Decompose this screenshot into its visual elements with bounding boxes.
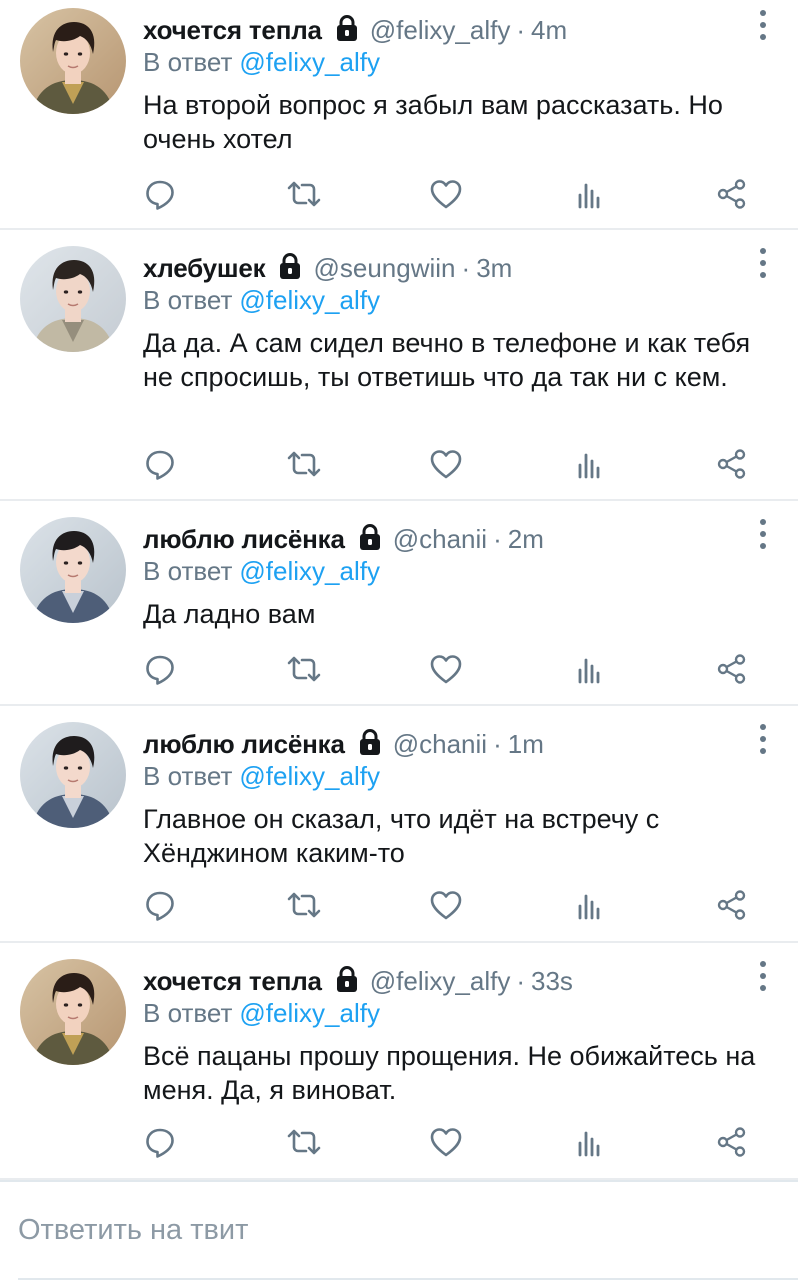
timestamp[interactable]: 33s <box>531 965 573 997</box>
tweet[interactable]: хочется тепла @felixy_alfy · 33s В ответ… <box>0 943 798 1180</box>
share-icon[interactable] <box>714 176 750 212</box>
timestamp[interactable]: 1m <box>508 728 544 760</box>
reply-icon[interactable] <box>142 651 178 687</box>
reply-icon[interactable] <box>142 1124 178 1160</box>
timestamp[interactable]: 3m <box>476 252 512 284</box>
tweet-header: люблю лисёнка @chanii · 1m <box>143 726 544 761</box>
reply-icon[interactable] <box>142 176 178 212</box>
reply-mention-link[interactable]: @felixy_alfy <box>239 998 380 1028</box>
tweet-header: люблю лисёнка @chanii · 2m <box>143 521 544 556</box>
retweet-icon[interactable] <box>286 1124 322 1160</box>
timestamp[interactable]: 4m <box>531 14 567 46</box>
avatar-chan[interactable] <box>20 722 126 828</box>
lock-icon <box>357 728 383 763</box>
heart-icon[interactable] <box>428 176 464 212</box>
lock-icon <box>277 252 303 287</box>
stats-icon[interactable] <box>572 887 608 923</box>
avatar-chan[interactable] <box>20 517 126 623</box>
tweet[interactable]: хочется тепла @felixy_alfy · 4m В ответ @… <box>0 0 798 230</box>
tweet-actions <box>0 887 798 923</box>
display-name[interactable]: люблю лисёнка <box>143 523 345 555</box>
reply-mention-link[interactable]: @felixy_alfy <box>239 556 380 586</box>
reply-icon[interactable] <box>142 887 178 923</box>
reply-context: В ответ @felixy_alfy <box>143 997 380 1029</box>
display-name[interactable]: люблю лисёнка <box>143 728 345 760</box>
timestamp[interactable]: 2m <box>508 523 544 555</box>
stats-icon[interactable] <box>572 176 608 212</box>
stats-icon[interactable] <box>572 1124 608 1160</box>
more-vertical-icon[interactable] <box>756 724 770 754</box>
reply-prefix: В ответ <box>143 47 233 77</box>
user-handle[interactable]: @seungwiin <box>313 252 455 284</box>
reply-icon[interactable] <box>142 446 178 482</box>
stats-icon[interactable] <box>572 446 608 482</box>
separator-dot: · <box>461 252 471 283</box>
share-icon[interactable] <box>714 651 750 687</box>
tweet-header: хочется тепла @felixy_alfy · 33s <box>143 963 573 998</box>
reply-prefix: В ответ <box>143 556 233 586</box>
user-handle[interactable]: @felixy_alfy <box>370 965 511 997</box>
more-vertical-icon[interactable] <box>756 10 770 40</box>
display-name[interactable]: хлебушек <box>143 252 266 284</box>
tweet-actions <box>0 446 798 482</box>
display-name[interactable]: хочется тепла <box>143 14 322 46</box>
tweet-text: На второй вопрос я забыл вам рассказать.… <box>143 90 723 154</box>
share-icon[interactable] <box>714 1124 750 1160</box>
reply-context: В ответ @felixy_alfy <box>143 46 380 78</box>
reply-context: В ответ @felixy_alfy <box>143 555 380 587</box>
tweet-text: Главное он сказал, что идёт на встречу с… <box>143 804 660 868</box>
tweet[interactable]: люблю лисёнка @chanii · 2m В ответ @felix… <box>0 501 798 706</box>
tweet-actions <box>0 1124 798 1160</box>
tweet[interactable]: люблю лисёнка @chanii · 1m В ответ @felix… <box>0 706 798 943</box>
reply-prefix: В ответ <box>143 761 233 791</box>
heart-icon[interactable] <box>428 446 464 482</box>
tweet-text: Да ладно вам <box>143 599 316 629</box>
lock-icon <box>334 965 360 1000</box>
reply-mention-link[interactable]: @felixy_alfy <box>239 761 380 791</box>
more-vertical-icon[interactable] <box>756 519 770 549</box>
retweet-icon[interactable] <box>286 887 322 923</box>
heart-icon[interactable] <box>428 651 464 687</box>
tweet-actions <box>0 651 798 687</box>
tweet-actions <box>0 176 798 212</box>
reply-composer: Ответить на твит <box>0 1180 798 1280</box>
avatar-felix[interactable] <box>20 959 126 1065</box>
stats-icon[interactable] <box>572 651 608 687</box>
retweet-icon[interactable] <box>286 446 322 482</box>
reply-mention-link[interactable]: @felixy_alfy <box>239 285 380 315</box>
tweet[interactable]: хлебушек @seungwiin · 3m В ответ @felixy_… <box>0 230 798 501</box>
reply-context: В ответ @felixy_alfy <box>143 760 380 792</box>
user-handle[interactable]: @felixy_alfy <box>370 14 511 46</box>
more-vertical-icon[interactable] <box>756 961 770 991</box>
separator-dot: · <box>493 523 502 554</box>
avatar-felix[interactable] <box>20 8 126 114</box>
reply-context: В ответ @felixy_alfy <box>143 284 380 316</box>
user-handle[interactable]: @chanii <box>393 728 487 760</box>
separator-dot: · <box>516 965 526 996</box>
separator-dot: · <box>493 728 502 759</box>
user-handle[interactable]: @chanii <box>393 523 487 555</box>
lock-icon <box>334 14 360 49</box>
reply-input[interactable]: Ответить на твит <box>18 1212 248 1248</box>
reply-mention-link[interactable]: @felixy_alfy <box>239 47 380 77</box>
retweet-icon[interactable] <box>286 651 322 687</box>
share-icon[interactable] <box>714 446 750 482</box>
retweet-icon[interactable] <box>286 176 322 212</box>
tweet-text: Всё пацаны прошу прощения. Не обижайтесь… <box>143 1041 756 1105</box>
lock-icon <box>357 523 383 558</box>
reply-prefix: В ответ <box>143 998 233 1028</box>
more-vertical-icon[interactable] <box>756 248 770 278</box>
heart-icon[interactable] <box>428 1124 464 1160</box>
tweet-header: хочется тепла @felixy_alfy · 4m <box>143 12 567 47</box>
reply-prefix: В ответ <box>143 285 233 315</box>
tweet-text: Да да. А сам сидел вечно в телефоне и ка… <box>143 328 751 392</box>
tweet-header: хлебушек @seungwiin · 3m <box>143 250 512 285</box>
display-name[interactable]: хочется тепла <box>143 965 322 997</box>
avatar-seungmin[interactable] <box>20 246 126 352</box>
share-icon[interactable] <box>714 887 750 923</box>
heart-icon[interactable] <box>428 887 464 923</box>
separator-dot: · <box>516 14 526 45</box>
